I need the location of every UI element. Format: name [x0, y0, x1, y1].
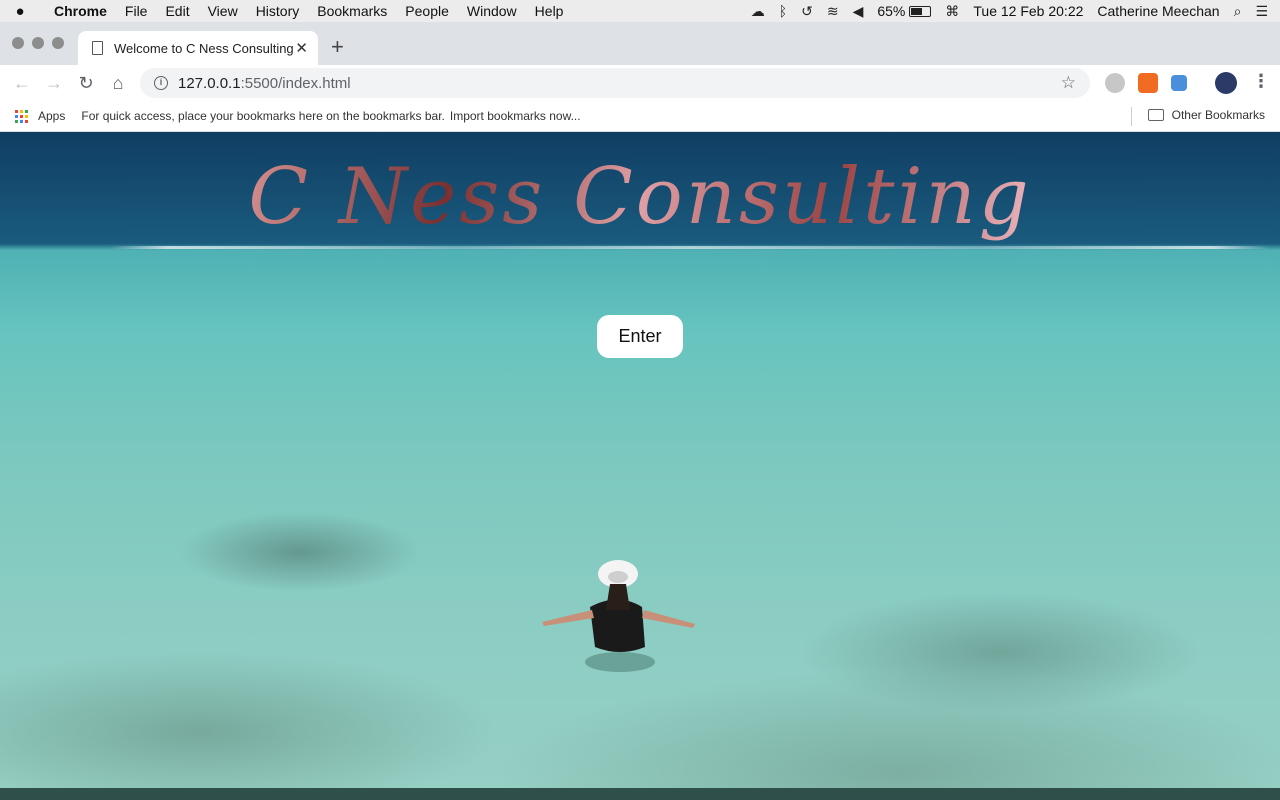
bluetooth-icon[interactable]: ᛒ	[779, 3, 787, 19]
battery-indicator[interactable]: 65%	[877, 3, 932, 19]
volume-icon[interactable]: ◀	[853, 3, 864, 20]
apple-logo-icon[interactable]: ●	[0, 3, 40, 20]
battery-percent: 65%	[877, 3, 906, 19]
hero-title: C Ness Consulting	[0, 152, 1280, 242]
time-machine-icon[interactable]: ↺	[801, 3, 813, 20]
profile-avatar[interactable]	[1215, 72, 1237, 94]
home-icon[interactable]: ⌂	[102, 73, 134, 94]
window-controls	[12, 37, 64, 49]
menu-file[interactable]: File	[116, 3, 157, 19]
wifi-icon[interactable]: ≋	[827, 3, 839, 20]
clock[interactable]: Tue 12 Feb 20:22	[973, 3, 1083, 19]
woman-wading-figure	[542, 560, 695, 672]
enter-button[interactable]: Enter	[597, 315, 683, 358]
battery-fill	[911, 7, 923, 15]
bookmarks-bar: Apps For quick access, place your bookma…	[0, 101, 1280, 132]
analytics-extension-icon[interactable]	[1138, 73, 1158, 93]
battery-icon	[909, 5, 932, 17]
menu-people[interactable]: People	[396, 3, 458, 19]
bookmarks-hint: For quick access, place your bookmarks h…	[81, 109, 445, 123]
url-path: :5500/index.html	[240, 74, 351, 92]
window-bottom-edge	[0, 788, 1280, 800]
menu-view[interactable]: View	[199, 3, 247, 19]
other-bookmarks-label: Other Bookmarks	[1171, 108, 1265, 122]
other-bookmarks-button[interactable]: Other Bookmarks	[1147, 108, 1265, 122]
apps-shortcut[interactable]: Apps	[38, 109, 65, 123]
menu-bookmarks[interactable]: Bookmarks	[308, 3, 396, 19]
site-info-icon[interactable]: i	[154, 76, 168, 90]
user-name[interactable]: Catherine Meechan	[1097, 3, 1219, 19]
menu-history[interactable]: History	[247, 3, 309, 19]
reload-icon[interactable]: ↻	[70, 73, 102, 94]
macos-menu-bar: ● Chrome File Edit View History Bookmark…	[0, 0, 1280, 22]
close-window-button[interactable]	[12, 37, 24, 49]
status-area: ☁ ᛒ ↺ ≋ ◀ 65% ⌘ Tue 12 Feb 20:22 Catheri…	[751, 3, 1280, 20]
menu-edit[interactable]: Edit	[156, 3, 198, 19]
zoom-window-button[interactable]	[52, 37, 64, 49]
minimize-window-button[interactable]	[32, 37, 44, 49]
horizon-waves	[110, 246, 1270, 249]
cloud-upload-icon[interactable]: ☁	[751, 3, 765, 20]
active-tab[interactable]: Welcome to C Ness Consulting ✕	[78, 31, 318, 65]
forward-arrow-icon[interactable]: →	[38, 73, 70, 94]
bookmark-star-icon[interactable]: ☆	[1061, 73, 1076, 93]
url-host: 127.0.0.1	[178, 74, 241, 92]
spotlight-search-icon[interactable]: ⌕	[1234, 3, 1242, 20]
new-tab-button[interactable]: +	[331, 36, 344, 58]
menu-app-chrome[interactable]: Chrome	[40, 3, 116, 19]
tab-title: Welcome to C Ness Consulting	[114, 40, 294, 56]
address-bar[interactable]: i 127.0.0.1:5500/index.html ☆	[140, 68, 1090, 98]
input-menu-icon[interactable]: ⌘	[945, 3, 959, 20]
import-bookmarks-link[interactable]: Import bookmarks now...	[450, 109, 581, 123]
browser-toolbar: ← → ↻ ⌂ i 127.0.0.1:5500/index.html ☆ ⋮	[0, 65, 1280, 101]
notification-center-icon[interactable]: ☰	[1255, 3, 1268, 20]
close-tab-icon[interactable]: ✕	[295, 39, 308, 57]
menu-window[interactable]: Window	[458, 3, 526, 19]
chrome-menu-icon[interactable]: ⋮	[1252, 71, 1270, 92]
page-document-icon	[92, 41, 103, 55]
page-viewport: C Ness Consulting Enter	[0, 132, 1280, 788]
bookmarks-divider	[1131, 107, 1132, 126]
drive-extension-icon[interactable]	[1105, 73, 1125, 93]
apps-grid-icon[interactable]	[15, 109, 28, 123]
back-arrow-icon[interactable]: ←	[6, 73, 38, 94]
tab-strip: Welcome to C Ness Consulting ✕ +	[0, 22, 1280, 65]
menu-help[interactable]: Help	[526, 3, 573, 19]
extension-icon[interactable]	[1171, 75, 1187, 91]
folder-icon	[1147, 109, 1164, 121]
